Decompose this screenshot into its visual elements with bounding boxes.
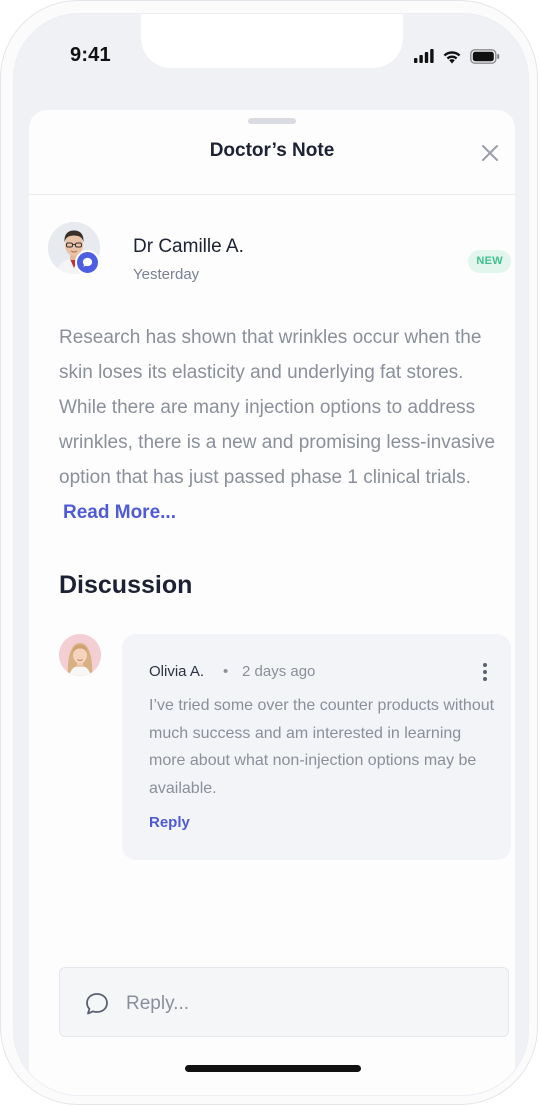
message-badge xyxy=(75,250,100,275)
note-body: Research has shown that wrinkles occur w… xyxy=(59,320,499,530)
sheet-grabber[interactable] xyxy=(248,118,296,124)
comment-timestamp: 2 days ago xyxy=(242,663,316,680)
status-bar: 9:41 xyxy=(14,14,528,114)
discussion-heading: Discussion xyxy=(59,571,193,599)
chat-badge-icon xyxy=(82,257,93,267)
reply-box[interactable] xyxy=(59,967,509,1037)
close-icon xyxy=(482,145,498,161)
phone-frame: 9:41 Doctor’s Note Dr Camille A. Yesterd… xyxy=(0,0,538,1105)
doctors-note-sheet: Doctor’s Note Dr Camille A. Yesterday NE… xyxy=(29,110,515,1095)
status-icons xyxy=(414,48,500,64)
read-more-link[interactable]: Read More... xyxy=(63,502,176,523)
reply-button[interactable]: Reply xyxy=(149,814,190,831)
comment-body: I’ve tried some over the counter product… xyxy=(149,697,495,797)
new-badge: NEW xyxy=(468,250,511,273)
header-divider xyxy=(29,194,515,195)
home-indicator[interactable] xyxy=(185,1065,361,1072)
battery-icon xyxy=(470,48,500,64)
more-options-icon[interactable] xyxy=(479,662,491,682)
note-author-name[interactable]: Dr Camille A. xyxy=(133,236,244,258)
reply-input[interactable] xyxy=(124,986,488,1022)
notch xyxy=(141,14,403,68)
close-button[interactable] xyxy=(479,142,501,164)
comment-author[interactable]: Olivia A. xyxy=(149,663,204,680)
phone-screen: 9:41 Doctor’s Note Dr Camille A. Yesterd… xyxy=(13,13,529,1096)
chat-bubble-icon xyxy=(86,993,108,1015)
cellular-signal-icon xyxy=(414,49,434,63)
commenter-portrait xyxy=(59,634,101,676)
wifi-icon xyxy=(443,50,461,63)
comment-separator: • xyxy=(223,663,229,680)
commenter-avatar[interactable] xyxy=(59,634,101,676)
note-timestamp: Yesterday xyxy=(133,266,200,283)
status-time: 9:41 xyxy=(70,44,111,66)
sheet-title: Doctor’s Note xyxy=(209,140,335,161)
note-body-text: Research has shown that wrinkles occur w… xyxy=(59,327,496,488)
comment-card: Olivia A. • 2 days ago I’ve tried some o… xyxy=(122,634,511,860)
